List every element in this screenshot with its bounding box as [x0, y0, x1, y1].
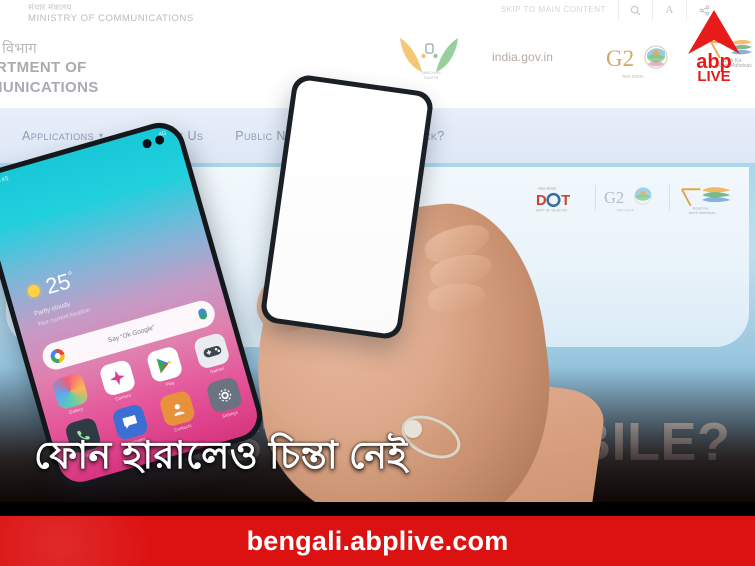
app-label: Play	[165, 379, 176, 388]
black-divider-bar	[0, 502, 755, 516]
app-item[interactable]: Games	[187, 330, 239, 378]
contacts-icon	[158, 389, 197, 428]
svg-text:T: T	[561, 193, 570, 209]
ministry-hindi-label: संचार मंत्रालय	[28, 2, 72, 12]
left-phone-weather-widget: 25°	[25, 268, 77, 303]
svg-text:भारत INDIA: भारत INDIA	[622, 74, 644, 79]
camera-icon	[98, 358, 137, 398]
site-url-text: bengali.abplive.com	[246, 525, 509, 556]
app-item[interactable]: Settings	[199, 374, 251, 422]
logo-divider	[595, 185, 597, 211]
settings-icon	[205, 375, 244, 415]
play-store-icon	[145, 345, 184, 384]
app-label: Gallery	[68, 406, 84, 415]
abp-live-text: LIVE	[697, 68, 730, 82]
abp-arrow-icon	[688, 10, 740, 54]
center-phone-blank-screen[interactable]	[264, 78, 430, 336]
bengali-headline-overlay: ফোন হারালেও চিন্তা নেই	[34, 435, 408, 477]
department-english-title-line1: DEPARTMENT OF	[0, 59, 87, 77]
site-url-bar: bengali.abplive.com	[0, 516, 755, 566]
search-icon[interactable]	[619, 0, 653, 20]
app-item[interactable]: Contacts	[152, 388, 204, 436]
department-title-block: दूरसंचार विभाग DEPARTMENT OF COMMUNICATI…	[0, 40, 254, 97]
games-icon	[192, 331, 231, 371]
skip-to-main-content-link[interactable]: SKIP TO MAIN CONTENT	[501, 0, 619, 20]
gallery-icon	[51, 372, 90, 411]
department-english-title-line2: COMMUNICATIONS	[0, 78, 99, 96]
app-item[interactable]: Camera	[93, 357, 145, 405]
font-size-letter: A	[665, 4, 674, 16]
g20-logo: G2 भारत INDIA	[604, 40, 680, 84]
app-item[interactable]: Gallery	[45, 371, 97, 419]
abp-live-logo[interactable]: abp LIVE	[679, 4, 749, 85]
ministry-english-label: MINISTRY OF COMMUNICATIONS	[28, 13, 194, 24]
sun-icon	[26, 283, 42, 299]
g20-text: G2	[606, 46, 634, 71]
left-phone-status-time: 12:45	[0, 175, 10, 187]
nav-item-applications-label: Applications	[22, 128, 94, 143]
svg-text:Amrit Mahotsav: Amrit Mahotsav	[688, 210, 715, 215]
hero-g20-logo: G2 भारत INDIA	[604, 187, 653, 213]
hero-amrit-logo: Azadi Ka Amrit Mahotsav	[680, 187, 731, 215]
logo-divider-2	[668, 185, 670, 211]
svg-text:भारत INDIA: भारत INDIA	[617, 209, 635, 213]
left-phone-temperature: 25°	[43, 268, 77, 299]
app-item[interactable]: Play	[140, 344, 192, 392]
svg-text:G2: G2	[604, 188, 624, 207]
hero-panel-logo-row: भारत सरकार D T DEPT OF TELECOM G2 भारत I…	[534, 177, 739, 219]
department-hindi-title: दूरसंचार विभाग	[0, 41, 37, 57]
app-label: Games	[209, 365, 225, 375]
thumbnail-card: संचार मंत्रालय MINISTRY OF COMMUNICATION…	[0, 0, 755, 566]
